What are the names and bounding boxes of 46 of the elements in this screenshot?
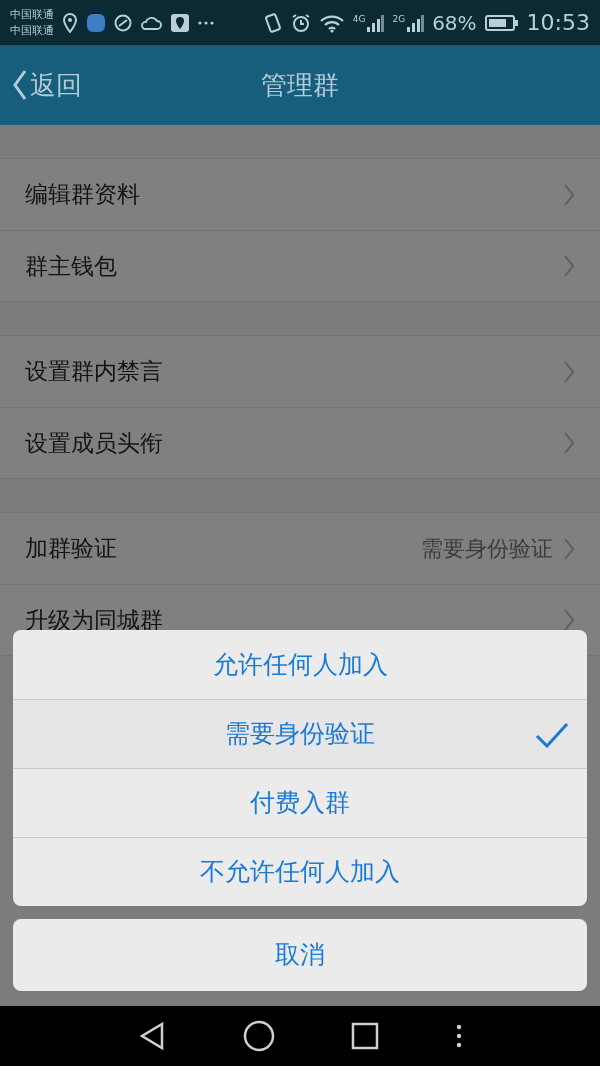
settings-row[interactable]: 编辑群资料 <box>0 159 600 230</box>
row-label: 群主钱包 <box>25 251 118 281</box>
alarm-icon <box>290 12 311 33</box>
app-icon <box>86 12 106 33</box>
more-icon <box>198 20 214 25</box>
option-item[interactable]: 不允许任何人加入 <box>13 837 587 906</box>
settings-row[interactable]: 设置群内禁言 <box>0 336 600 407</box>
carrier-name: 中国联通 <box>10 6 54 23</box>
chevron-right-icon <box>563 608 575 632</box>
map-pin-app-icon <box>170 12 190 33</box>
chevron-right-icon <box>563 359 575 384</box>
wifi-icon <box>318 12 345 33</box>
back-button[interactable]: 返回 <box>12 45 82 125</box>
chevron-left-icon <box>12 69 28 101</box>
chevron-right-icon <box>563 431 575 455</box>
checkmark-icon <box>535 722 569 748</box>
chevron-right-icon <box>563 182 575 207</box>
cancel-button[interactable]: 取消 <box>13 919 587 991</box>
network-label: 4G <box>352 12 366 26</box>
row-label: 设置成员头衔 <box>25 428 164 458</box>
option-item[interactable]: 需要身份验证 <box>13 699 587 768</box>
row-value: 需要身份验证 <box>421 535 553 563</box>
home-icon[interactable] <box>242 1020 275 1052</box>
chevron-right-icon <box>563 254 575 278</box>
battery-icon <box>484 13 519 32</box>
row-label: 设置群内禁言 <box>25 357 164 387</box>
row-label: 加群验证 <box>25 534 118 564</box>
signal-icon <box>406 12 425 33</box>
row-label: 编辑群资料 <box>25 180 141 210</box>
menu-icon[interactable] <box>455 1024 462 1048</box>
recents-icon[interactable] <box>351 1022 380 1050</box>
settings-row[interactable]: 设置成员头衔 <box>0 407 600 478</box>
page-title: 管理群 <box>261 68 339 102</box>
network-label: 2G <box>392 12 406 26</box>
carrier-name: 中国联通 <box>10 22 54 39</box>
chevron-right-icon <box>563 536 575 561</box>
battery-percent: 68% <box>432 9 477 37</box>
settings-row[interactable]: 加群验证 需要身份验证 <box>0 513 600 584</box>
vibrate-icon <box>262 11 283 34</box>
circle-app-icon <box>114 13 132 32</box>
signal-icon <box>366 12 385 33</box>
settings-row[interactable]: 群主钱包 <box>0 230 600 301</box>
clock-time: 10:53 <box>526 9 590 37</box>
cloud-icon <box>140 15 162 30</box>
location-icon <box>62 12 78 33</box>
option-item[interactable]: 付费入群 <box>13 768 587 837</box>
